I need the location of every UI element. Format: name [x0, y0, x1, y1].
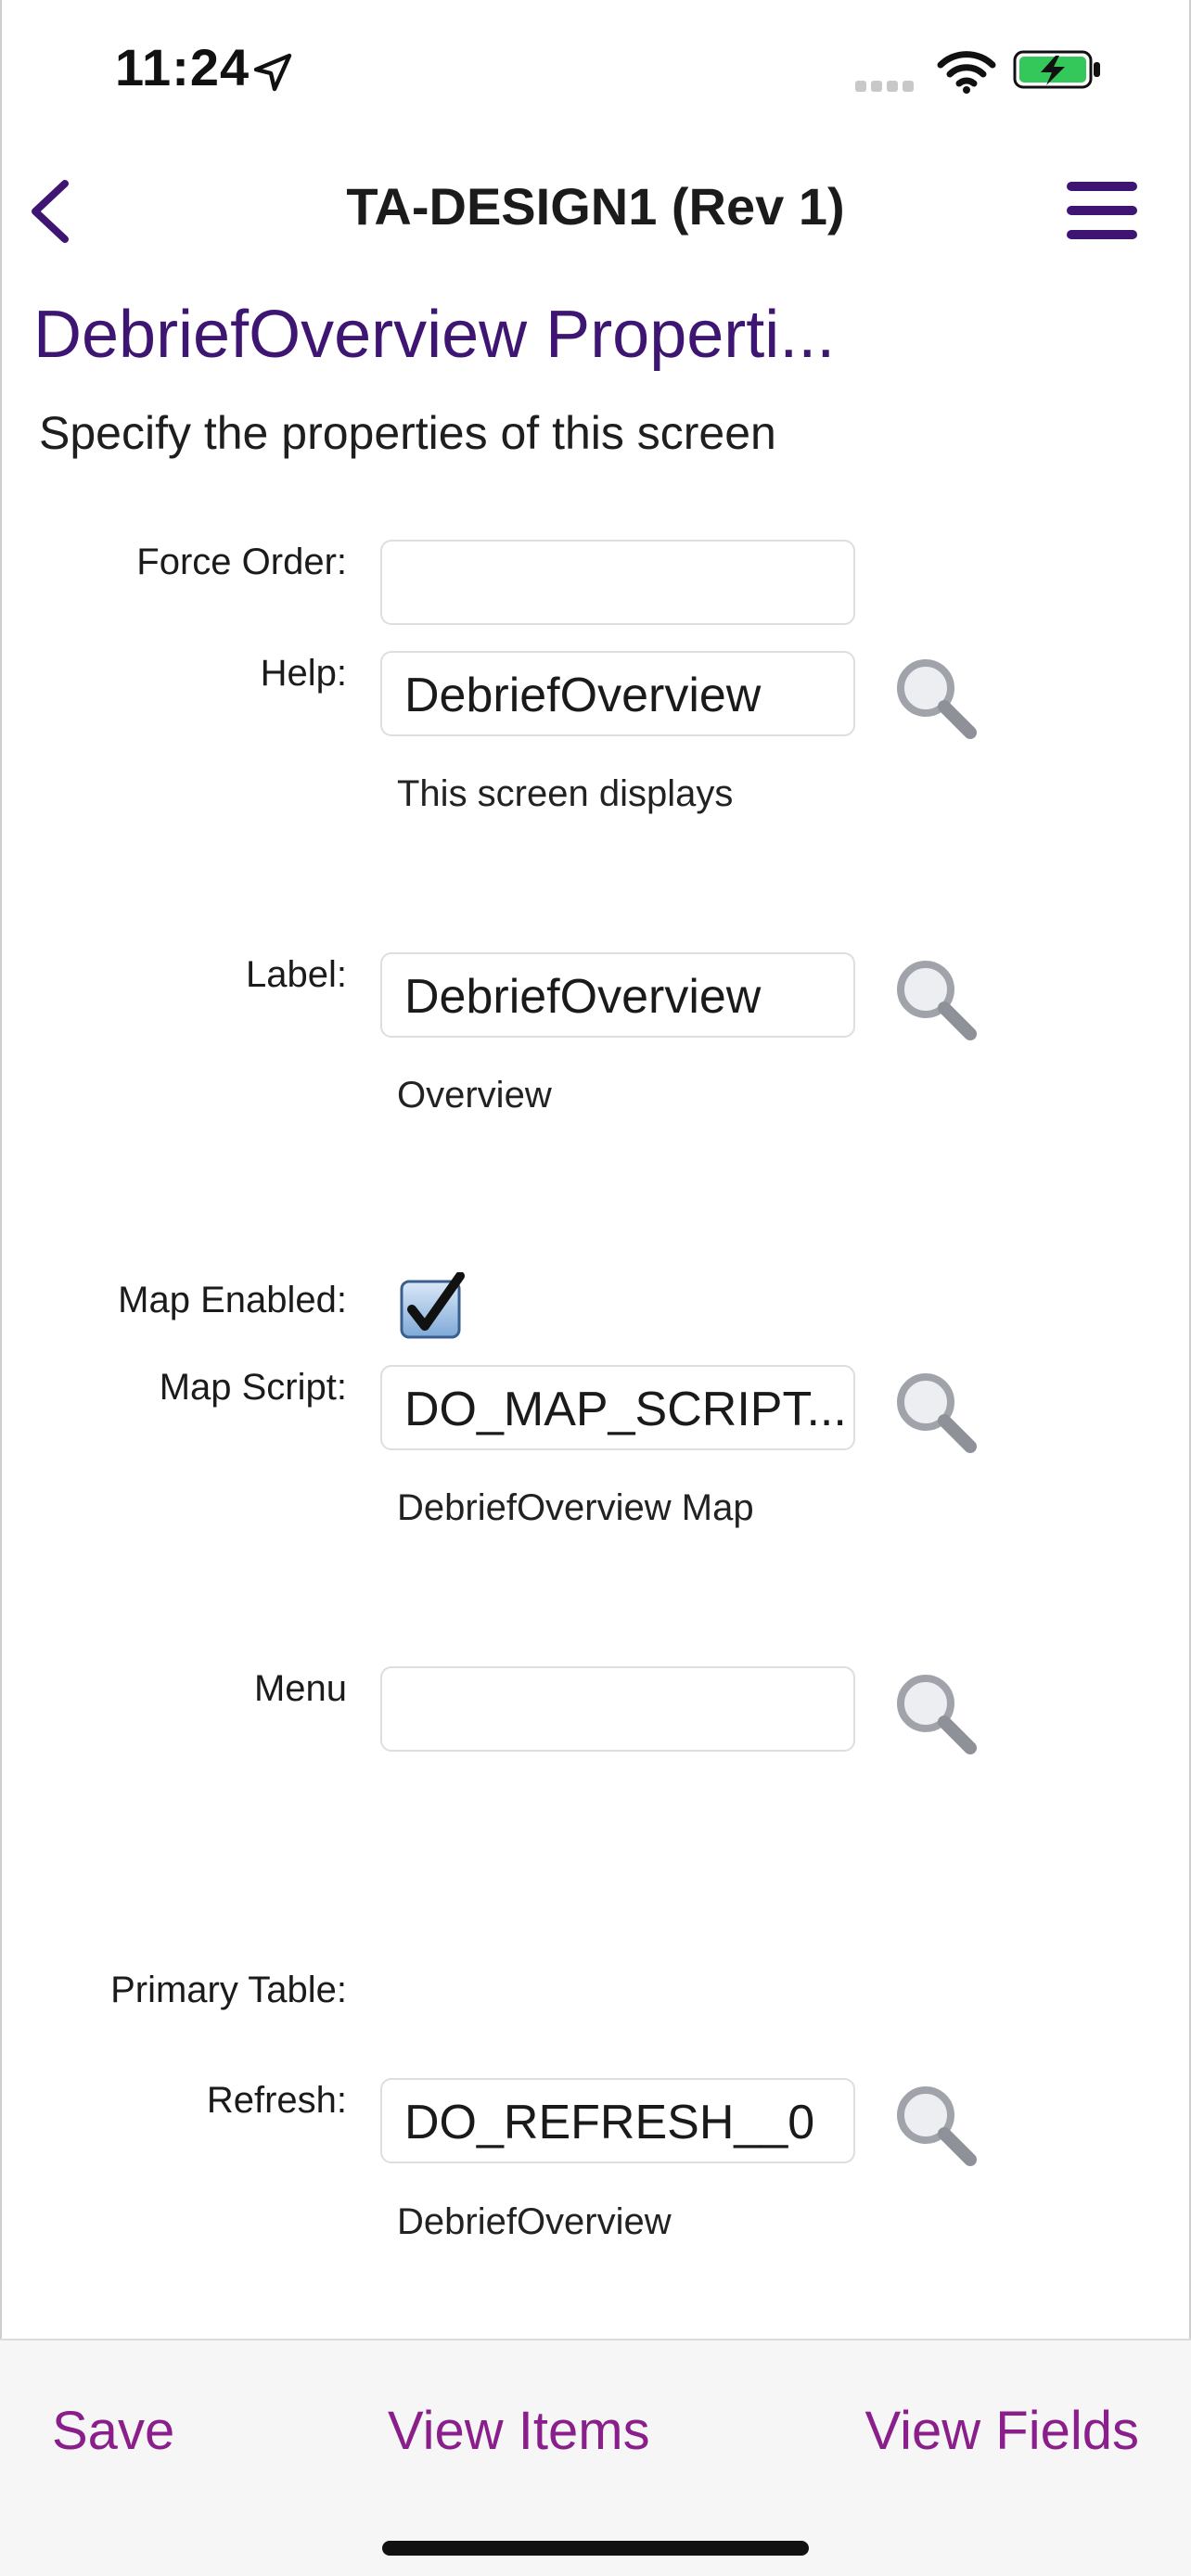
map-script-field[interactable]: DO_MAP_SCRIPT...	[380, 1365, 855, 1450]
refresh-value: DO_REFRESH__0	[404, 2096, 815, 2149]
save-button[interactable]: Save	[52, 2400, 174, 2462]
help-label: Help:	[260, 653, 347, 694]
home-indicator[interactable]	[382, 2541, 809, 2556]
label-search-icon[interactable]	[889, 952, 980, 1043]
refresh-label: Refresh:	[206, 2080, 347, 2121]
menu-field[interactable]	[380, 1666, 855, 1752]
battery-charging-icon	[1013, 50, 1100, 89]
map-script-search-icon[interactable]	[889, 1365, 980, 1456]
location-arrow-icon	[253, 53, 292, 92]
label-label: Label:	[246, 954, 347, 995]
page-subtitle: Specify the properties of this screen	[39, 407, 776, 459]
force-order-label: Force Order:	[136, 542, 347, 582]
nav-title: TA-DESIGN1 (Rev 1)	[346, 177, 845, 236]
help-value: DebriefOverview	[404, 669, 762, 722]
refresh-description: DebriefOverview	[397, 2201, 672, 2242]
map-enabled-checkbox[interactable]	[399, 1272, 466, 1341]
map-enabled-label: Map Enabled:	[118, 1280, 347, 1320]
label-description: Overview	[397, 1075, 552, 1116]
menu-search-icon[interactable]	[889, 1666, 980, 1757]
primary-table-label: Primary Table:	[110, 1970, 347, 2010]
menu-label: Menu	[253, 1668, 347, 1709]
force-order-field[interactable]	[380, 540, 855, 625]
wifi-icon	[937, 51, 996, 94]
map-script-description: DebriefOverview Map	[397, 1487, 754, 1528]
label-field[interactable]: DebriefOverview	[380, 952, 855, 1038]
refresh-field[interactable]: DO_REFRESH__0	[380, 2078, 855, 2163]
view-fields-button[interactable]: View Fields	[865, 2400, 1140, 2462]
map-script-label: Map Script:	[159, 1367, 347, 1408]
help-description: This screen displays	[397, 773, 734, 814]
help-field[interactable]: DebriefOverview	[380, 651, 855, 736]
page-title: DebriefOverview Properti...	[33, 298, 836, 372]
frame-border-left	[0, 0, 2, 2576]
refresh-search-icon[interactable]	[889, 2078, 980, 2169]
cell-signal-icon	[855, 80, 922, 92]
view-items-button[interactable]: View Items	[388, 2400, 650, 2462]
hamburger-menu-icon[interactable]	[1067, 182, 1137, 239]
help-search-icon[interactable]	[889, 651, 980, 742]
status-time: 11:24	[115, 38, 250, 96]
map-script-value: DO_MAP_SCRIPT...	[404, 1383, 847, 1436]
label-value: DebriefOverview	[404, 970, 762, 1024]
